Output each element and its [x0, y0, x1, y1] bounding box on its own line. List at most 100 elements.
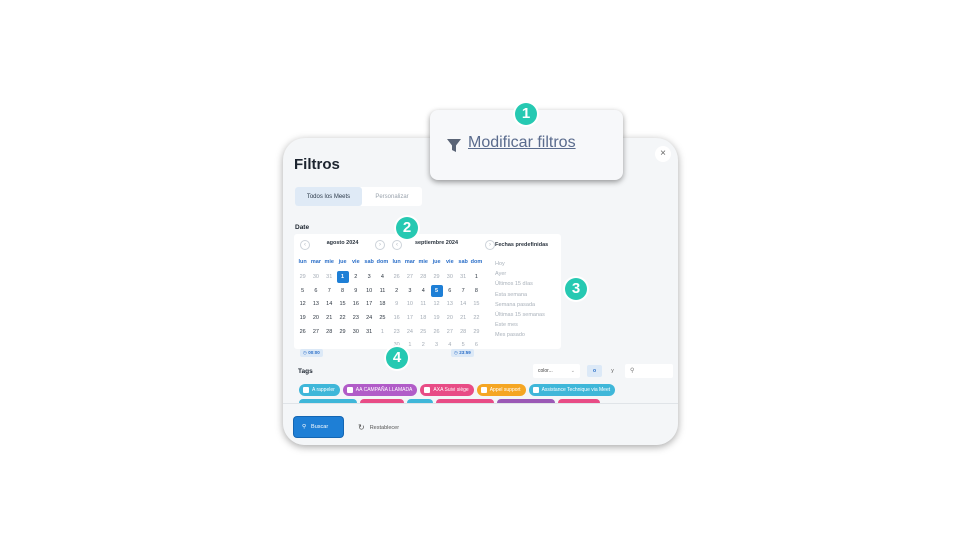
tag-search-input[interactable]: ⚲ [625, 364, 673, 378]
calendar-day[interactable]: 11 [417, 297, 430, 311]
calendar-day[interactable]: 13 [443, 297, 456, 311]
calendar-day[interactable]: 30 [349, 325, 362, 339]
calendar-day[interactable]: 2 [417, 338, 430, 352]
calendar-day[interactable]: 27 [443, 325, 456, 339]
calendar-day[interactable]: 16 [349, 297, 362, 311]
calendar-day[interactable]: 29 [430, 270, 443, 284]
start-time-badge[interactable]: ◷ 00:00 [300, 349, 323, 357]
end-time-badge[interactable]: ◷ 23:59 [451, 349, 474, 357]
calendar-day[interactable]: 31 [362, 325, 375, 339]
tag-chip[interactable]: Assistance Technique via Meet [528, 384, 616, 396]
logic-or-toggle[interactable]: o [587, 365, 602, 377]
preset-item[interactable]: Últimos 15 días [495, 281, 561, 291]
calendar-day[interactable]: 22 [470, 311, 483, 325]
calendar-day[interactable]: 7 [456, 284, 469, 298]
close-icon[interactable]: × [655, 146, 671, 162]
modify-filters-link[interactable]: Modificar filtros [468, 134, 576, 152]
calendar-day[interactable]: 3 [430, 338, 443, 352]
calendar-day[interactable]: 19 [296, 311, 309, 325]
calendar-day[interactable]: 3 [362, 270, 375, 284]
tab-customize[interactable]: Personalizar [362, 187, 422, 206]
calendar-day[interactable]: 18 [376, 297, 389, 311]
calendar-day[interactable]: 2 [349, 270, 362, 284]
calendar-day-number: 29 [433, 273, 440, 280]
calendar-day[interactable]: 10 [362, 284, 375, 298]
calendar-day[interactable]: 30 [443, 270, 456, 284]
preset-item[interactable]: Este mes [495, 322, 561, 332]
calendar-day[interactable]: 30 [309, 270, 322, 284]
calendar-day[interactable]: 2 [390, 284, 403, 298]
chevron-right-icon[interactable]: › [375, 240, 385, 250]
calendar-day[interactable]: 8 [470, 284, 483, 298]
calendar-day[interactable]: 24 [403, 325, 416, 339]
calendar-day[interactable]: 4 [376, 270, 389, 284]
tag-chip[interactable]: A rappeler [299, 384, 340, 396]
calendar-day[interactable]: 29 [296, 270, 309, 284]
calendar-day[interactable]: 25 [376, 311, 389, 325]
calendar-day[interactable]: 29 [470, 325, 483, 339]
tag-chip[interactable]: AA CAMPAÑA LLAMADA [342, 384, 418, 396]
preset-item[interactable]: Últimas 15 semanas [495, 312, 561, 322]
calendar-day[interactable]: 10 [403, 297, 416, 311]
logic-and-toggle[interactable]: y [605, 365, 620, 377]
calendar-day[interactable]: 24 [362, 311, 375, 325]
calendar-day[interactable]: 26 [430, 325, 443, 339]
calendar-day[interactable]: 6 [443, 284, 456, 298]
calendar-day[interactable]: 14 [456, 297, 469, 311]
calendar-day[interactable]: 22 [336, 311, 349, 325]
calendar-day[interactable]: 28 [323, 325, 336, 339]
calendar-day[interactable]: 6 [309, 284, 322, 298]
calendar-day[interactable]: 7 [323, 284, 336, 298]
calendar-day[interactable]: 3 [403, 284, 416, 298]
tag-color-select[interactable]: color... ⌄ [533, 364, 580, 378]
tag-chip[interactable]: Appel support [476, 384, 526, 396]
search-button[interactable]: ⚲ Buscar [294, 417, 343, 437]
calendar-day[interactable]: 23 [349, 311, 362, 325]
calendar-day[interactable]: 14 [323, 297, 336, 311]
calendar-day[interactable]: 25 [417, 325, 430, 339]
calendar-day[interactable]: 20 [309, 311, 322, 325]
reset-button[interactable]: ↻ Restablecer [358, 423, 399, 432]
calendar-day[interactable]: 26 [296, 325, 309, 339]
calendar-day[interactable]: 9 [349, 284, 362, 298]
calendar-day[interactable]: 29 [336, 325, 349, 339]
calendar-day[interactable]: 23 [390, 325, 403, 339]
preset-item[interactable]: Hoy [495, 261, 561, 271]
calendar-day[interactable]: 21 [323, 311, 336, 325]
calendar-day[interactable]: 8 [336, 284, 349, 298]
calendar-day[interactable]: 1 [376, 325, 389, 339]
preset-item[interactable]: Ayer [495, 271, 561, 281]
calendar-day[interactable]: 27 [403, 270, 416, 284]
tag-chip[interactable]: AXA Suivi siège [420, 384, 474, 396]
calendar-day-number: 13 [446, 301, 453, 308]
calendar-day[interactable]: 1 [470, 270, 483, 284]
calendar-day[interactable]: 31 [323, 270, 336, 284]
calendar-day[interactable]: 4 [417, 284, 430, 298]
preset-item[interactable]: Mes pasado [495, 332, 561, 342]
calendar-day[interactable]: 12 [430, 297, 443, 311]
calendar-day[interactable]: 15 [336, 297, 349, 311]
calendar-day[interactable]: 20 [443, 311, 456, 325]
calendar-day[interactable]: 19 [430, 311, 443, 325]
calendar-day[interactable]: 11 [376, 284, 389, 298]
calendar-day[interactable]: 31 [456, 270, 469, 284]
calendar-day[interactable]: 5 [296, 284, 309, 298]
calendar-day[interactable]: 28 [417, 270, 430, 284]
calendar-day[interactable]: 17 [403, 311, 416, 325]
calendar-day[interactable]: 28 [456, 325, 469, 339]
calendar-day-selected[interactable]: 5 [430, 284, 443, 298]
calendar-day[interactable]: 12 [296, 297, 309, 311]
calendar-day[interactable]: 27 [309, 325, 322, 339]
calendar-day[interactable]: 15 [470, 297, 483, 311]
calendar-day[interactable]: 9 [390, 297, 403, 311]
calendar-day[interactable]: 21 [456, 311, 469, 325]
calendar-day[interactable]: 17 [362, 297, 375, 311]
calendar-day-selected[interactable]: 1 [336, 270, 349, 284]
calendar-day[interactable]: 18 [417, 311, 430, 325]
preset-item[interactable]: Semana pasada [495, 302, 561, 312]
calendar-day[interactable]: 26 [390, 270, 403, 284]
tab-all-meets[interactable]: Todos los Meets [295, 187, 362, 206]
preset-item[interactable]: Esta semana [495, 292, 561, 302]
calendar-day[interactable]: 16 [390, 311, 403, 325]
calendar-day[interactable]: 13 [309, 297, 322, 311]
